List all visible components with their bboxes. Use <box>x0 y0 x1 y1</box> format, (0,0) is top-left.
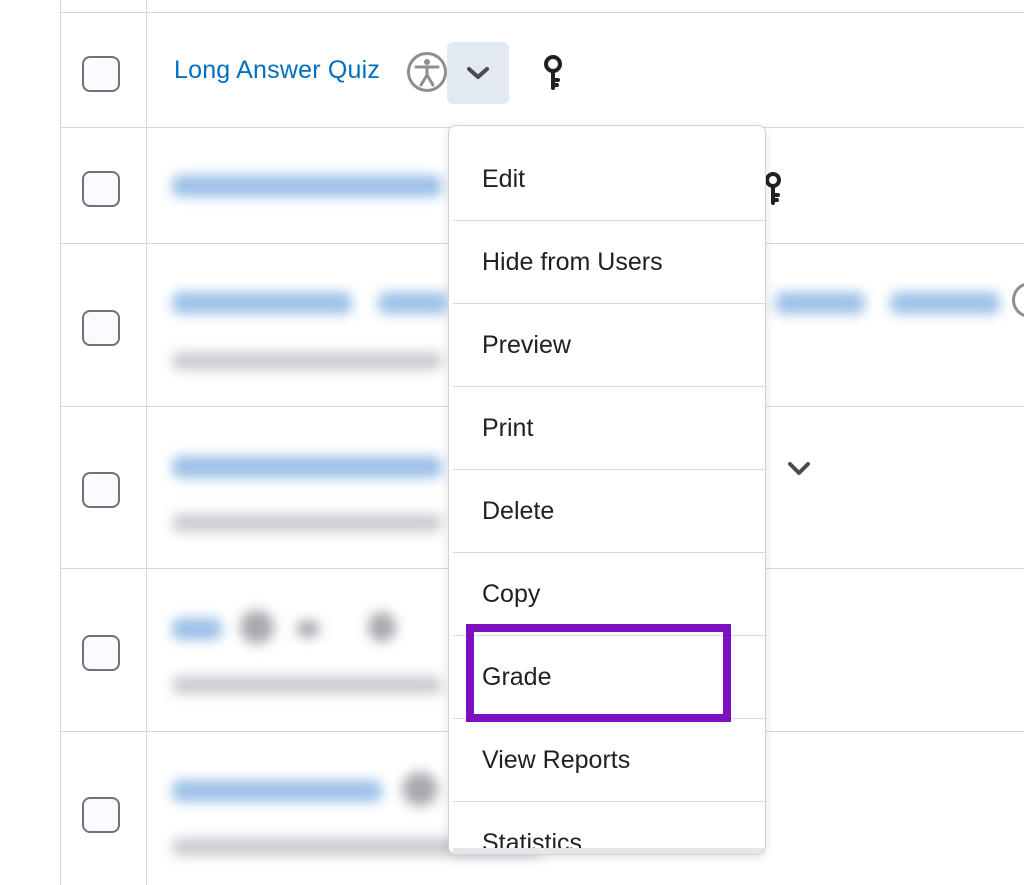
blurred-due-date <box>172 514 442 532</box>
blurred-quiz-link <box>378 292 448 314</box>
row-checkbox[interactable] <box>82 171 120 207</box>
blurred-icon <box>240 610 274 644</box>
menu-item-delete[interactable]: Delete <box>453 470 765 553</box>
menu-item-edit[interactable]: Edit <box>453 138 765 221</box>
quiz-title-link[interactable]: Long Answer Quiz <box>174 56 380 85</box>
menu-item-preview[interactable]: Preview <box>453 304 765 387</box>
blurred-quiz-link <box>172 175 442 197</box>
menu-item-copy[interactable]: Copy <box>453 553 765 636</box>
key-icon <box>544 55 562 90</box>
menu-item-view-reports[interactable]: View Reports <box>453 719 765 802</box>
chevron-down-icon <box>467 67 489 79</box>
blurred-due-date <box>172 676 442 694</box>
menu-scroll-indicator <box>453 848 765 854</box>
blurred-icon <box>296 620 320 638</box>
row-divider <box>60 12 1024 13</box>
quiz-actions-dropdown-button[interactable] <box>447 42 509 104</box>
row-checkbox[interactable] <box>82 56 120 92</box>
row-checkbox[interactable] <box>82 797 120 833</box>
blurred-quiz-link <box>890 292 1000 314</box>
blurred-quiz-link <box>172 780 382 802</box>
blurred-due-date <box>172 352 442 370</box>
row-checkbox[interactable] <box>82 635 120 671</box>
checkbox-column-border <box>146 0 147 885</box>
row-checkbox[interactable] <box>82 310 120 346</box>
menu-item-hide-from-users[interactable]: Hide from Users <box>453 221 765 304</box>
blurred-quiz-link <box>172 618 222 640</box>
blurred-quiz-link <box>172 456 442 478</box>
quiz-actions-menu: Edit Hide from Users Preview Print Delet… <box>448 125 766 855</box>
blurred-icon <box>368 612 396 642</box>
blurred-quiz-link <box>172 292 352 314</box>
blurred-icon <box>402 772 438 806</box>
accessibility-icon <box>1012 282 1024 318</box>
accessibility-icon <box>407 52 447 92</box>
table-left-border <box>60 0 61 885</box>
blurred-quiz-link <box>775 292 865 314</box>
menu-item-print[interactable]: Print <box>453 387 765 470</box>
chevron-down-icon[interactable] <box>786 458 812 480</box>
row-checkbox[interactable] <box>82 472 120 508</box>
menu-item-grade[interactable]: Grade <box>453 636 765 719</box>
